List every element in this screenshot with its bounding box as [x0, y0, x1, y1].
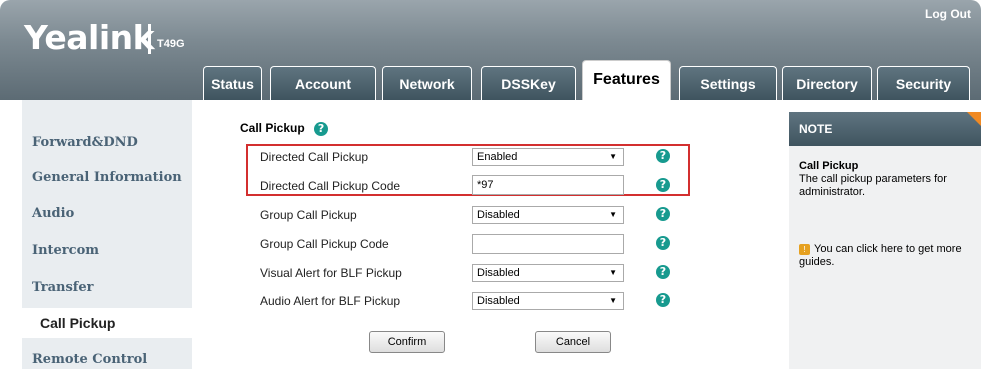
cancel-button[interactable]: Cancel [535, 331, 611, 353]
tab-directory[interactable]: Directory [782, 66, 872, 100]
brand-logo: Yealink [24, 18, 155, 57]
tab-dsskey[interactable]: DSSKey [481, 66, 576, 100]
help-icon[interactable]: ? [656, 265, 670, 279]
model-name: T49G [157, 38, 185, 50]
sidebar-item-remote-control[interactable]: Remote Control [32, 352, 192, 367]
chevron-down-icon: ▼ [609, 152, 617, 161]
group-call-pickup-code-label: Group Call Pickup Code [260, 237, 389, 251]
chevron-down-icon: ▼ [609, 268, 617, 277]
logout-link[interactable]: Log Out [925, 7, 971, 21]
help-icon[interactable]: ? [656, 178, 670, 192]
sidebar-item-audio[interactable]: Audio [32, 206, 192, 221]
sidebar: Forward&DND General Information Audio In… [22, 100, 192, 369]
sidebar-item-transfer[interactable]: Transfer [32, 280, 192, 295]
tab-features[interactable]: Features [582, 60, 671, 100]
tab-account[interactable]: Account [270, 66, 376, 100]
corner-tab-icon [967, 112, 981, 126]
confirm-button[interactable]: Confirm [369, 331, 445, 353]
help-icon[interactable]: ? [656, 236, 670, 250]
chevron-down-icon: ▼ [609, 210, 617, 219]
group-call-pickup-label: Group Call Pickup [260, 208, 357, 222]
visual-alert-blf-pickup-value: Disabled [477, 267, 520, 279]
audio-alert-blf-pickup-select[interactable]: Disabled ▼ [472, 292, 624, 310]
help-icon[interactable]: ? [656, 149, 670, 163]
tab-status[interactable]: Status [203, 66, 262, 100]
audio-alert-blf-pickup-label: Audio Alert for BLF Pickup [260, 294, 401, 308]
help-icon[interactable]: ? [314, 122, 329, 136]
logo-divider [148, 24, 151, 54]
directed-call-pickup-code-value: *97 [477, 179, 494, 191]
help-icon[interactable]: ? [656, 207, 670, 221]
audio-alert-blf-pickup-value: Disabled [477, 295, 520, 307]
tab-network[interactable]: Network [382, 66, 472, 100]
group-call-pickup-code-input[interactable] [472, 234, 624, 254]
directed-call-pickup-value: Enabled [477, 151, 518, 163]
note-text: The call pickup parameters for administr… [799, 173, 947, 198]
guide-link[interactable]: You can click here to get more guides. [799, 243, 975, 269]
note-panel: NOTE Call Pickup The call pickup paramet… [789, 112, 981, 369]
visual-alert-blf-pickup-label: Visual Alert for BLF Pickup [260, 266, 402, 280]
directed-call-pickup-label: Directed Call Pickup [260, 150, 369, 164]
visual-alert-blf-pickup-select[interactable]: Disabled ▼ [472, 264, 624, 282]
sidebar-item-general-information[interactable]: General Information [32, 170, 192, 185]
chevron-down-icon: ▼ [609, 296, 617, 305]
note-subtitle: Call Pickup [799, 160, 859, 172]
note-header: NOTE [789, 112, 981, 146]
directed-call-pickup-select[interactable]: Enabled ▼ [472, 148, 624, 166]
directed-call-pickup-code-label: Directed Call Pickup Code [260, 179, 401, 193]
sidebar-item-intercom[interactable]: Intercom [32, 243, 192, 258]
help-icon[interactable]: ? [656, 293, 670, 307]
note-title: NOTE [799, 122, 833, 136]
section-title: Call Pickup ? [240, 121, 329, 136]
sidebar-item-forward-dnd[interactable]: Forward&DND [32, 135, 192, 150]
tab-security[interactable]: Security [877, 66, 970, 100]
group-call-pickup-value: Disabled [477, 209, 520, 221]
group-call-pickup-select[interactable]: Disabled ▼ [472, 206, 624, 224]
top-banner: Yealink T49G Log Out Status Account Netw… [0, 0, 981, 100]
sidebar-item-call-pickup[interactable]: Call Pickup [22, 308, 192, 338]
directed-call-pickup-code-input[interactable]: *97 [472, 175, 624, 195]
section-title-text: Call Pickup [240, 121, 305, 135]
tab-settings[interactable]: Settings [679, 66, 777, 100]
